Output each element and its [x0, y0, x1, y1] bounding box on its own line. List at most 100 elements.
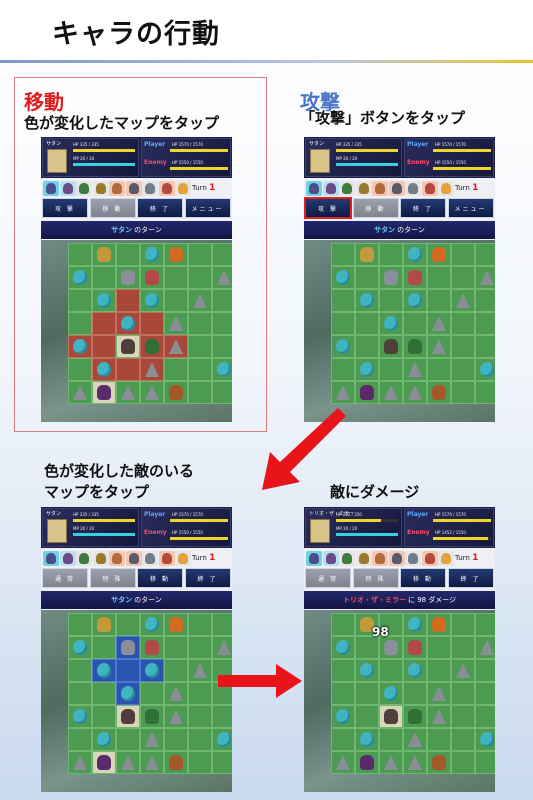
map-tile[interactable] [116, 705, 140, 728]
map-tile[interactable] [92, 289, 116, 312]
map-tile[interactable] [331, 266, 355, 289]
unit-queue-icon[interactable] [92, 551, 109, 566]
map-tile[interactable] [164, 728, 188, 751]
unit-queue-icon[interactable] [59, 551, 76, 566]
map-tile[interactable] [427, 751, 451, 774]
map-tile[interactable] [451, 243, 475, 266]
map-tile[interactable] [188, 266, 212, 289]
map-tile[interactable] [116, 243, 140, 266]
map-tile[interactable] [403, 358, 427, 381]
map-tile[interactable] [451, 613, 475, 636]
unit-queue-icon[interactable] [405, 551, 421, 566]
map-tile[interactable] [188, 751, 212, 774]
unit-icon[interactable] [145, 709, 159, 724]
map-tile[interactable] [92, 312, 116, 335]
map-tile[interactable] [164, 335, 188, 358]
map-tile[interactable] [475, 358, 495, 381]
unit-icon[interactable] [97, 755, 111, 770]
map-tile[interactable] [427, 705, 451, 728]
map-tile[interactable] [355, 243, 379, 266]
map-tile[interactable] [451, 705, 475, 728]
map-tile[interactable] [403, 705, 427, 728]
unit-queue-icon[interactable] [158, 551, 175, 566]
unit-icon[interactable] [145, 270, 159, 285]
unit-icon[interactable] [121, 270, 135, 285]
unit-icon[interactable] [169, 755, 183, 770]
unit-queue-icon[interactable] [438, 181, 454, 196]
map-tile[interactable] [140, 659, 164, 682]
map-tile[interactable] [140, 335, 164, 358]
map-tile[interactable] [331, 728, 355, 751]
map-tile[interactable] [212, 636, 232, 659]
map-tile[interactable] [355, 312, 379, 335]
unit-icon[interactable] [169, 617, 183, 632]
map-tile[interactable] [379, 659, 403, 682]
map-tile[interactable] [212, 705, 232, 728]
map-tile[interactable] [403, 613, 427, 636]
map-tile[interactable] [331, 358, 355, 381]
move-button[interactable]: 移 動 [89, 198, 136, 218]
unit-queue-icon[interactable] [421, 181, 438, 196]
map-tile[interactable] [116, 312, 140, 335]
map-tile[interactable] [68, 751, 92, 774]
map-tile[interactable] [451, 751, 475, 774]
map-tile[interactable] [379, 682, 403, 705]
unit-icon[interactable] [97, 385, 111, 400]
map-tile[interactable] [427, 266, 451, 289]
end-button[interactable]: 終 了 [137, 198, 183, 218]
map-tile[interactable] [92, 243, 116, 266]
map-tile[interactable] [116, 659, 140, 682]
unit-queue-icon[interactable] [142, 551, 158, 566]
unit-icon[interactable] [360, 755, 374, 770]
unit-queue-icon[interactable] [372, 181, 388, 196]
map-tile[interactable] [475, 751, 495, 774]
map-tile[interactable] [116, 358, 140, 381]
map-tile[interactable] [164, 243, 188, 266]
map-tile[interactable] [116, 266, 140, 289]
map-tile[interactable] [188, 682, 212, 705]
unit-icon[interactable] [432, 755, 446, 770]
map-tile[interactable] [92, 335, 116, 358]
map-tile[interactable] [116, 335, 140, 358]
unit-queue-icon[interactable] [388, 551, 405, 566]
map-tile[interactable] [188, 358, 212, 381]
map-tile[interactable] [451, 659, 475, 682]
map-tile[interactable] [188, 613, 212, 636]
map-tile[interactable] [403, 312, 427, 335]
unit-queue-icon[interactable] [322, 551, 339, 566]
map-tile[interactable] [68, 381, 92, 404]
unit-queue-icon[interactable] [158, 181, 175, 196]
special-attack-button[interactable]: 特 殊 [352, 568, 399, 588]
map-tile[interactable] [379, 705, 403, 728]
map-tile[interactable] [403, 636, 427, 659]
map-tile[interactable] [116, 381, 140, 404]
map-tile[interactable] [379, 243, 403, 266]
map-tile[interactable] [164, 705, 188, 728]
map-tile[interactable] [164, 358, 188, 381]
map-tile[interactable] [140, 705, 164, 728]
unit-queue-icon[interactable] [322, 181, 339, 196]
unit-queue-icon[interactable] [76, 551, 92, 566]
map-tile[interactable] [403, 266, 427, 289]
map-tile[interactable] [212, 381, 232, 404]
map-tile[interactable] [403, 751, 427, 774]
map-tile[interactable] [451, 381, 475, 404]
map-tile[interactable] [355, 659, 379, 682]
map-tile[interactable] [427, 682, 451, 705]
map-tile[interactable] [212, 728, 232, 751]
map-tile[interactable] [140, 312, 164, 335]
normal-attack-button[interactable]: 通 常 [305, 568, 351, 588]
map-tile[interactable] [164, 312, 188, 335]
map-tile[interactable] [379, 358, 403, 381]
map-tile[interactable] [331, 335, 355, 358]
map-tile[interactable] [140, 381, 164, 404]
map-tile[interactable] [379, 381, 403, 404]
map-tile[interactable] [427, 289, 451, 312]
map-tile[interactable] [475, 728, 495, 751]
end-button[interactable]: 終 了 [400, 198, 446, 218]
map-tile[interactable] [68, 335, 92, 358]
map-tile[interactable] [451, 636, 475, 659]
map-tile[interactable] [451, 289, 475, 312]
map-tile[interactable] [475, 705, 495, 728]
map-tile[interactable] [379, 335, 403, 358]
